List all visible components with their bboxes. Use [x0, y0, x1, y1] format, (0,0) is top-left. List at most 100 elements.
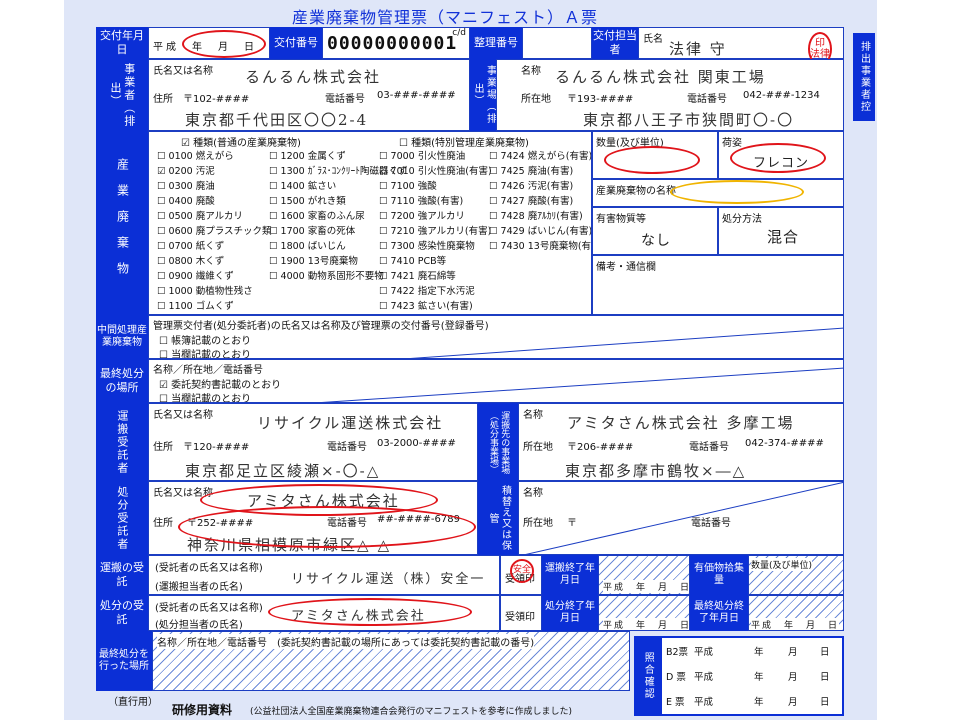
- transfer-cell[interactable]: 名称 所在地 〒 電話番号: [518, 481, 844, 555]
- valuables-label: 有価物拾集量: [694, 562, 744, 587]
- final-option-2[interactable]: ☐ 当欄記載のとおり: [159, 390, 251, 402]
- waste-type-item[interactable]: ☐ 1000 動植物性残さ: [157, 284, 272, 299]
- checkbox-icon[interactable]: ☐: [269, 256, 281, 267]
- waste-type-item[interactable]: ☐ 7429 ばいじん(有害): [489, 224, 591, 239]
- checkbox-icon[interactable]: ☐: [269, 151, 281, 162]
- checkbox-icon[interactable]: ☐: [379, 166, 391, 177]
- checkbox-icon[interactable]: ☐: [489, 151, 501, 162]
- waste-type-item[interactable]: ☐ 7428 廃ｱﾙｶﾘ(有害): [489, 209, 591, 224]
- waste-type-item[interactable]: ☐ 7426 汚泥(有害): [489, 179, 591, 194]
- method-cell[interactable]: 処分方法 混合: [718, 207, 844, 255]
- disposal-receipt-label: 処分の受託: [100, 599, 144, 626]
- intermediate-option-2[interactable]: ☐ 当欄記載のとおり: [159, 346, 251, 358]
- checkbox-icon[interactable]: ☐: [269, 271, 281, 282]
- hazardous-cell[interactable]: 有害物質等 なし: [592, 207, 718, 255]
- site-cell[interactable]: 名称 るんるん株式会社 関東工場 所在地 〒193-#### 電話番号 042-…: [496, 59, 844, 131]
- checkbox-icon[interactable]: ☐: [269, 196, 281, 207]
- destination-cell[interactable]: 名称 アミタさん株式会社 多摩工場 所在地 〒206-#### 電話番号 042…: [518, 403, 844, 481]
- checkbox-icon[interactable]: ☐: [157, 211, 169, 222]
- checkbox-icon[interactable]: ☐: [379, 286, 391, 297]
- waste-type-item[interactable]: ☐ 7410 PCB等: [379, 254, 492, 269]
- checkbox-icon[interactable]: ☐: [489, 166, 501, 177]
- waste-type-item[interactable]: ☐ 7425 廃油(有害): [489, 164, 591, 179]
- checkbox-icon[interactable]: ☐: [379, 151, 391, 162]
- waste-type-item[interactable]: ☐ 0600 廃プラスチック類: [157, 224, 272, 239]
- checkbox-icon[interactable]: ☐: [269, 166, 281, 177]
- transport-end-date-cell[interactable]: 平成 年 月 日: [598, 555, 690, 595]
- checkbox-icon[interactable]: ☐: [157, 271, 169, 282]
- checkbox-icon[interactable]: ☐: [157, 286, 169, 297]
- waste-type-item[interactable]: ☐ 0400 廃酸: [157, 194, 272, 209]
- checkbox-icon[interactable]: ☐: [157, 256, 169, 267]
- checkbox-icon[interactable]: ☐: [269, 211, 281, 222]
- checkbox-icon[interactable]: ☐: [489, 241, 501, 252]
- intermediate-cell[interactable]: 管理票交付者(処分委託者)の氏名又は名称及び管理票の交付番号(登録番号) ☐ 帳…: [148, 315, 844, 359]
- final-end-header: 最終処分終了年月日: [690, 595, 748, 631]
- quantity-highlight-oval: [604, 146, 700, 174]
- waste-type-item[interactable]: ☐ 7110 強酸(有害): [379, 194, 492, 209]
- checkbox-icon[interactable]: ☐: [269, 181, 281, 192]
- checkbox-icon[interactable]: ☐: [489, 211, 501, 222]
- waste-type-item[interactable]: ☐ 7423 鉱さい(有害): [379, 299, 492, 314]
- verify-y: 年: [754, 697, 764, 708]
- date-highlight-oval: [182, 30, 266, 58]
- discharger-cell[interactable]: 氏名又は名称 るんるん株式会社 住所 〒102-#### 電話番号 03-###…: [148, 59, 470, 131]
- waste-type-item[interactable]: ☐ 7422 指定下水汚泥: [379, 284, 492, 299]
- checkbox-icon[interactable]: ☐: [157, 196, 169, 207]
- checkbox-icon[interactable]: ☐: [379, 226, 391, 237]
- issue-number-cell[interactable]: 00000000001 c/d: [322, 27, 470, 59]
- transport-receipt-cell[interactable]: (受託者の氏名又は名称) (運搬担当者の氏名) リサイクル運送（株）安全一: [148, 555, 500, 595]
- intermediate-option-1[interactable]: ☐ 帳簿記載のとおり: [159, 332, 251, 347]
- checkbox-icon[interactable]: ☐: [269, 241, 281, 252]
- checkbox-icon[interactable]: ☐: [157, 301, 169, 312]
- checkbox-icon[interactable]: ☐: [157, 181, 169, 192]
- checkbox-icon[interactable]: ☐: [379, 301, 391, 312]
- final-cell[interactable]: 名称／所在地／電話番号 ☑ 委託契約書記載のとおり ☐ 当欄記載のとおり: [148, 359, 844, 403]
- waste-type-cell[interactable]: ☑ 種類(普通の産業廃棄物) ☐ 種類(特別管理産業廃棄物) ☐ 0100 燃え…: [148, 131, 592, 315]
- waste-type-item[interactable]: ☐ 1100 ゴムくず: [157, 299, 272, 314]
- checkbox-icon[interactable]: ☐: [269, 226, 281, 237]
- checkbox-icon[interactable]: ☐: [379, 241, 391, 252]
- final-end-date-cell[interactable]: 平成 年 月 日: [748, 595, 844, 631]
- checkbox-icon[interactable]: ☐: [379, 256, 391, 267]
- waste-type-item[interactable]: ☐ 0800 木くず: [157, 254, 272, 269]
- ref-number-cell[interactable]: [522, 27, 592, 59]
- destination-name-label: 名称: [523, 410, 543, 421]
- checkbox-icon[interactable]: ☐: [157, 226, 169, 237]
- final-done-cell[interactable]: 名称／所在地／電話番号 (委託契約書記載の場所にあっては委託契約書記載の番号): [152, 631, 630, 691]
- waste-type-item[interactable]: ☑ 0200 汚泥: [157, 164, 272, 179]
- waste-type-item[interactable]: ☐ 7300 感染性廃棄物: [379, 239, 492, 254]
- waste-type-item[interactable]: ☐ 0500 廃アルカリ: [157, 209, 272, 224]
- disposal-end-date-cell[interactable]: 平成 年 月 日: [598, 595, 690, 631]
- waste-type-item[interactable]: ☐ 7421 廃石綿等: [379, 269, 492, 284]
- waste-type-item[interactable]: ☐ 7424 燃えがら(有害): [489, 149, 591, 164]
- waste-type-item[interactable]: ☐ 0900 繊維くず: [157, 269, 272, 284]
- checkbox-icon[interactable]: ☑: [157, 166, 169, 177]
- checkbox-icon[interactable]: ☐: [157, 241, 169, 252]
- checkbox-icon[interactable]: ☐: [489, 181, 501, 192]
- waste-type-item[interactable]: ☐ 7100 強酸: [379, 179, 492, 194]
- waste-type-item[interactable]: ☐ 0300 廃油: [157, 179, 272, 194]
- waste-type-label: 0500 廃アルカリ: [168, 211, 243, 222]
- waste-type-item[interactable]: ☐ 7430 13号廃棄物(有害): [489, 239, 591, 254]
- checkbox-icon[interactable]: ☐: [379, 211, 391, 222]
- valuables-cell[interactable]: 数量(及び単位): [748, 555, 844, 595]
- checkbox-icon[interactable]: ☐: [379, 271, 391, 282]
- waste-type-item[interactable]: ☐ 7010 引火性廃油(有害): [379, 164, 492, 179]
- checkbox-icon[interactable]: ☐: [489, 196, 501, 207]
- transporter-cell[interactable]: 氏名又は名称 リサイクル運送株式会社 住所 〒120-#### 電話番号 03-…: [148, 403, 478, 481]
- final-done-header: 最終処分を行った場所: [96, 631, 152, 691]
- checkbox-icon[interactable]: ☐: [489, 226, 501, 237]
- disposal-seal-cell[interactable]: 受領印: [500, 595, 542, 631]
- waste-type-item[interactable]: ☐ 7200 強アルカリ: [379, 209, 492, 224]
- waste-type-item[interactable]: ☐ 7427 廃酸(有害): [489, 194, 591, 209]
- waste-type-item[interactable]: ☐ 0700 紙くず: [157, 239, 272, 254]
- final-option-1[interactable]: ☑ 委託契約書記載のとおり: [159, 376, 281, 391]
- waste-type-item[interactable]: ☐ 7210 強アルカリ(有害): [379, 224, 492, 239]
- remarks-cell[interactable]: 備考・通信欄: [592, 255, 844, 315]
- checkbox-icon[interactable]: ☐: [157, 151, 169, 162]
- waste-type-item[interactable]: ☐ 0100 燃えがら: [157, 149, 272, 164]
- waste-type-item[interactable]: ☐ 7000 引火性廃油: [379, 149, 492, 164]
- checkbox-icon[interactable]: ☐: [379, 181, 391, 192]
- checkbox-icon[interactable]: ☐: [379, 196, 391, 207]
